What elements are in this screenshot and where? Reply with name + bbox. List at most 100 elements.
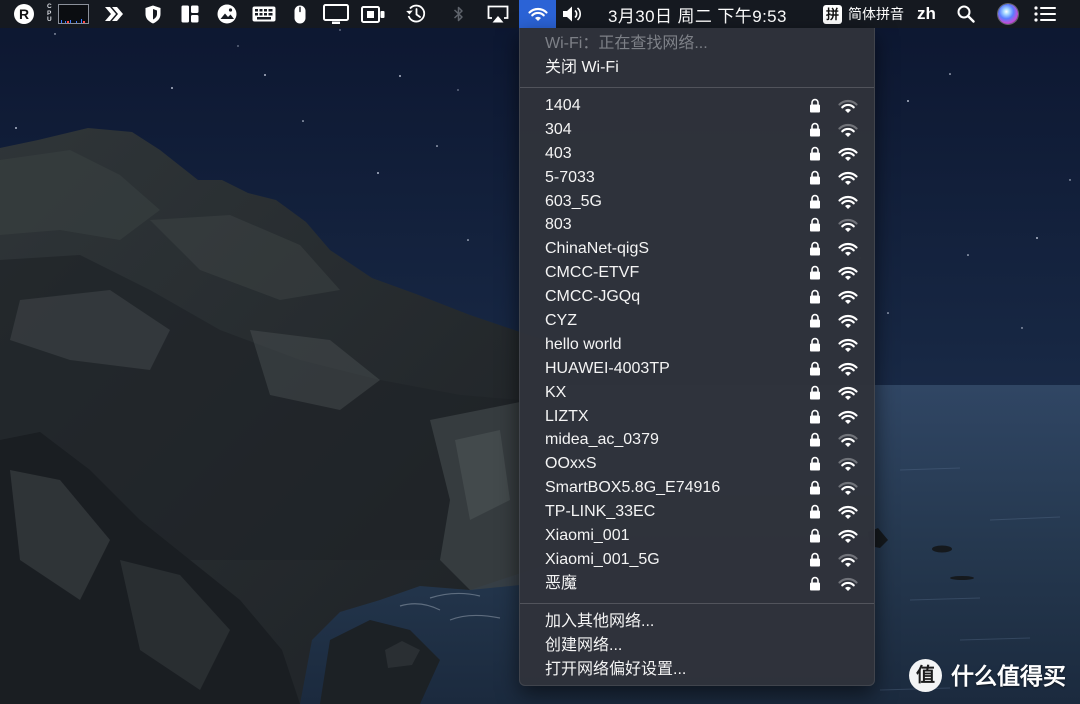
lock-icon — [809, 146, 821, 161]
lock-icon — [809, 313, 821, 328]
wifi-signal-icon — [837, 241, 859, 257]
wifi-status: Wi-Fi：正在查找网络... — [545, 35, 708, 52]
network-item[interactable]: CMCC-ETVF — [520, 261, 874, 285]
network-name: midea_ac_0379 — [545, 431, 659, 449]
network-item[interactable]: midea_ac_0379 — [520, 428, 874, 452]
input-method-glyph: 拼 — [823, 4, 842, 24]
network-name: 803 — [545, 216, 572, 234]
network-name: CMCC-ETVF — [545, 264, 640, 282]
network-name: HUAWEI-4003TP — [545, 359, 670, 377]
network-item[interactable]: Xiaomi_001 — [520, 524, 874, 548]
network-item[interactable]: 803 — [520, 213, 874, 237]
create-network-item[interactable]: 创建网络... — [520, 634, 874, 658]
network-name: KX — [545, 383, 567, 401]
wifi-signal-icon — [837, 432, 859, 448]
network-item[interactable]: KX — [520, 381, 874, 405]
wifi-signal-icon — [837, 194, 859, 210]
wifi-signal-icon — [837, 552, 859, 568]
network-item[interactable]: 403 — [520, 142, 874, 166]
app-r-icon[interactable]: R — [13, 0, 35, 28]
screen-record-icon[interactable] — [360, 0, 386, 28]
network-item[interactable]: 5-7033 — [520, 166, 874, 190]
lock-icon — [809, 170, 821, 185]
volume-icon[interactable] — [561, 0, 585, 28]
language-indicator[interactable]: zh — [917, 0, 941, 28]
network-name: Xiaomi_001_5G — [545, 550, 660, 568]
wifi-signal-icon — [837, 98, 859, 114]
siri-icon[interactable] — [997, 0, 1019, 28]
lock-icon — [809, 194, 821, 209]
network-item[interactable]: TP-LINK_33EC — [520, 500, 874, 524]
lock-icon — [809, 289, 821, 304]
network-item[interactable]: 1404 — [520, 94, 874, 118]
bluetooth-icon[interactable] — [452, 0, 464, 28]
wifi-signal-icon — [837, 217, 859, 233]
watermark-text: 什么值得买 — [951, 663, 1066, 689]
wifi-signal-icon — [837, 313, 859, 329]
network-item[interactable]: 恶魔 — [520, 572, 874, 596]
network-name: 603_5G — [545, 192, 602, 210]
menubar-clock[interactable]: 3月30日 周二 下午9:53 — [608, 0, 808, 28]
input-method-icon[interactable]: 拼 — [823, 0, 842, 28]
network-item[interactable]: 603_5G — [520, 190, 874, 214]
airplay-icon[interactable] — [486, 0, 510, 28]
lock-icon — [809, 217, 821, 232]
wifi-dropdown-menu: Wi-Fi：正在查找网络... 关闭 Wi-Fi 1404 304 403 5-703… — [519, 28, 875, 686]
notification-center-icon[interactable] — [1033, 0, 1057, 28]
wifi-signal-icon — [837, 528, 859, 544]
time-machine-icon[interactable] — [404, 0, 428, 28]
wifi-signal-icon — [837, 146, 859, 162]
network-item[interactable]: ChinaNet-qigS — [520, 237, 874, 261]
network-name: SmartBOX5.8G_E74916 — [545, 479, 721, 497]
mouse-icon[interactable] — [293, 0, 307, 28]
network-name: OOxxS — [545, 455, 597, 473]
join-other-network-item[interactable]: 加入其他网络... — [520, 610, 874, 634]
lock-icon — [809, 409, 821, 424]
menu-bar: R CPU 3月30日 周二 下午9:53 拼 简体拼音 zh — [0, 0, 1080, 28]
siri-orb — [998, 4, 1018, 24]
lock-icon — [809, 265, 821, 280]
network-name: 5-7033 — [545, 168, 595, 186]
network-item[interactable]: hello world — [520, 333, 874, 357]
shield-icon[interactable] — [144, 0, 162, 28]
network-name: Xiaomi_001 — [545, 527, 630, 545]
photo-icon[interactable] — [216, 0, 238, 28]
network-item[interactable]: 304 — [520, 118, 874, 142]
lock-icon — [809, 504, 821, 519]
wifi-signal-icon — [837, 361, 859, 377]
wifi-signal-icon — [837, 337, 859, 353]
search-icon[interactable] — [956, 0, 976, 28]
network-item[interactable]: LIZTX — [520, 405, 874, 429]
lock-icon — [809, 576, 821, 591]
input-method-name[interactable]: 简体拼音 — [848, 0, 910, 28]
wifi-signal-icon — [837, 480, 859, 496]
network-item[interactable]: CYZ — [520, 309, 874, 333]
lock-icon — [809, 361, 821, 376]
wifi-signal-icon — [837, 385, 859, 401]
wifi-signal-icon — [837, 576, 859, 592]
network-name: 304 — [545, 120, 572, 138]
network-item[interactable]: OOxxS — [520, 452, 874, 476]
cpu-monitor[interactable]: CPU — [47, 0, 95, 28]
network-name: CMCC-JGQq — [545, 288, 641, 306]
wifi-signal-icon — [837, 170, 859, 186]
wifi-signal-icon — [837, 504, 859, 520]
chevrons-icon[interactable] — [103, 0, 125, 28]
window-layout-icon[interactable] — [180, 0, 200, 28]
menu-separator — [520, 596, 874, 610]
cpu-graph — [58, 4, 89, 24]
display-icon[interactable] — [322, 0, 350, 28]
wifi-signal-icon — [837, 289, 859, 305]
wifi-icon[interactable] — [519, 0, 556, 28]
network-item[interactable]: Xiaomi_001_5G — [520, 548, 874, 572]
lock-icon — [809, 122, 821, 137]
keyboard-icon[interactable] — [251, 0, 277, 28]
open-network-preferences-item[interactable]: 打开网络偏好设置... — [520, 658, 874, 682]
network-name: 恶魔 — [545, 574, 578, 592]
network-item[interactable]: HUAWEI-4003TP — [520, 357, 874, 381]
turn-off-wifi-item[interactable]: 关闭 Wi-Fi — [520, 56, 874, 80]
network-item[interactable]: SmartBOX5.8G_E74916 — [520, 476, 874, 500]
lock-icon — [809, 552, 821, 567]
network-name: LIZTX — [545, 407, 589, 425]
network-item[interactable]: CMCC-JGQq — [520, 285, 874, 309]
